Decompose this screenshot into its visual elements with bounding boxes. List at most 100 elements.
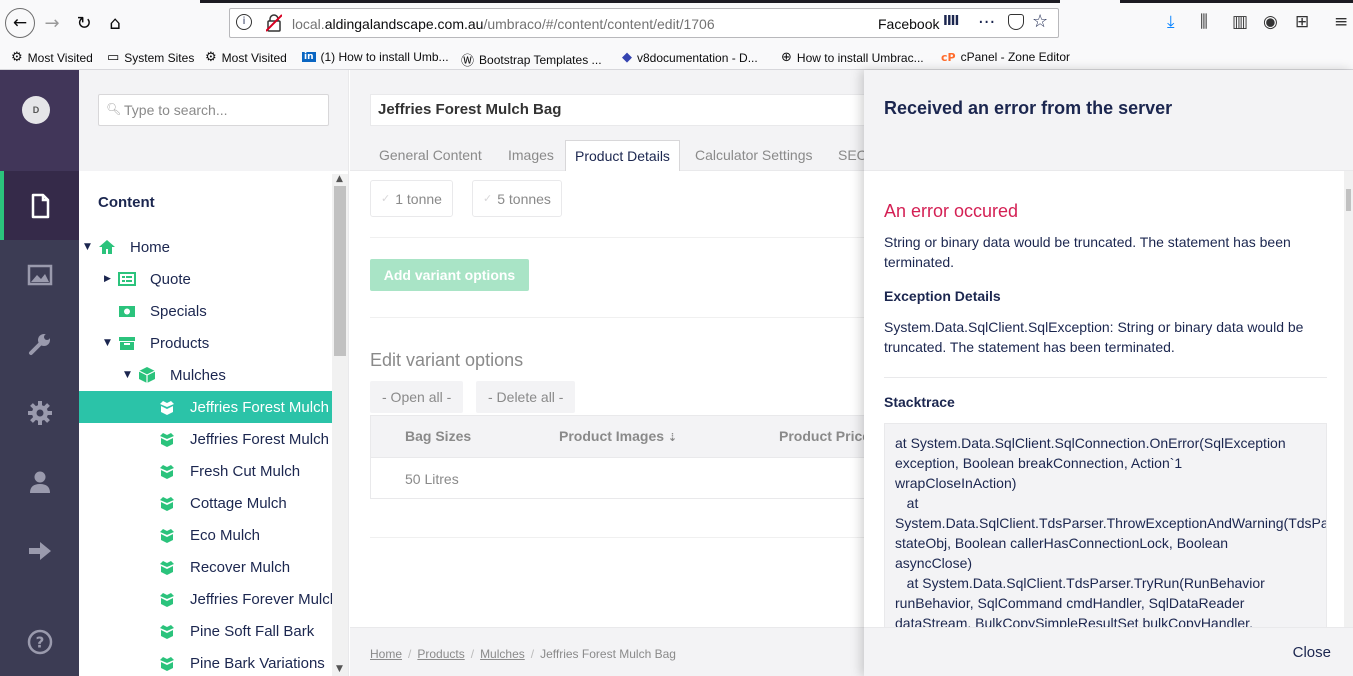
column-header[interactable]: Product Price — [779, 428, 870, 444]
tree-node-home[interactable]: ▼ Home — [79, 231, 332, 263]
back-icon[interactable]: ← — [5, 8, 35, 38]
library-icon[interactable]: ⫼ — [1200, 12, 1208, 32]
bookmark-item[interactable]: Ⓦ Bootstrap Templates ... — [461, 50, 602, 70]
pocket-icon[interactable] — [1008, 14, 1024, 30]
variant-chip[interactable]: ✓ 5 tonnes — [472, 180, 562, 217]
caret-down-icon[interactable]: ▼ — [104, 338, 111, 348]
tab-general-content[interactable]: General Content — [370, 140, 491, 171]
exception-message: System.Data.SqlClient.SqlException: Stri… — [884, 319, 1304, 355]
open-all-button[interactable]: - Open all - — [370, 381, 464, 413]
close-button[interactable]: Close — [1293, 644, 1331, 661]
search-icon: 🔍︎ — [106, 102, 122, 116]
edit-variant-title: Edit variant options — [370, 350, 524, 370]
section-media[interactable] — [0, 240, 79, 309]
page-actions-icon[interactable]: ··· — [978, 12, 995, 33]
account-icon[interactable]: ◉ — [1263, 12, 1278, 32]
column-header[interactable]: Product Images ⇣ — [559, 428, 677, 444]
facebook-container-label[interactable]: Facebook — [878, 16, 939, 32]
content-tree-panel: 🔍︎ Type to search... Content ▼ Home ▶ Qu… — [79, 70, 349, 676]
scrollbar-thumb[interactable] — [334, 186, 346, 356]
tree-scrollbar[interactable]: ▲ ▼ — [332, 174, 348, 676]
extension-icon[interactable]: ⊞ — [1295, 12, 1309, 32]
forward-icon[interactable]: → — [38, 9, 66, 37]
insecure-lock-icon[interactable] — [266, 14, 282, 32]
tab-calculator-settings[interactable]: Calculator Settings — [686, 140, 822, 171]
svg-text:?: ? — [35, 633, 44, 651]
tree-node-selected[interactable]: Jeffries Forest Mulch — [79, 391, 332, 423]
open-box-icon — [160, 593, 174, 607]
scroll-down-icon[interactable]: ▼ — [336, 664, 343, 674]
delete-all-button[interactable]: - Delete all - — [476, 381, 576, 413]
bookmark-item[interactable]: ⚙ Most Visited — [205, 50, 287, 65]
section-forms[interactable] — [0, 516, 79, 585]
scrollbar-thumb[interactable] — [1346, 189, 1351, 211]
tree-node-product[interactable]: Recover Mulch — [79, 551, 332, 583]
help-icon: ? — [27, 629, 52, 654]
user-icon — [29, 471, 50, 493]
menu-icon[interactable]: ≡ — [1334, 12, 1348, 32]
sort-icon[interactable]: ⇣ — [668, 431, 677, 444]
reload-icon[interactable]: ↻ — [70, 9, 98, 37]
bookmark-item[interactable]: ▭ System Sites — [107, 50, 194, 65]
overlay-header: Received an error from the server — [864, 70, 1353, 171]
gear-icon — [27, 400, 52, 425]
overlay-scrollbar[interactable] — [1344, 171, 1353, 627]
section-help[interactable]: ? — [0, 607, 79, 676]
stacktrace-box[interactable]: at System.Data.SqlClient.SqlConnection.O… — [884, 423, 1327, 627]
tree-node-product[interactable]: Pine Soft Fall Bark — [79, 615, 332, 647]
address-bar[interactable]: i local.aldingalandscape.com.au/umbraco/… — [229, 8, 1059, 38]
tree-node-product[interactable]: Cottage Mulch — [79, 487, 332, 519]
package-icon — [138, 367, 156, 383]
tree-node-product[interactable]: Jeffries Forever Mulch — [79, 583, 332, 615]
tree-node-quote[interactable]: ▶ Quote — [79, 263, 332, 295]
bookmark-item[interactable]: cP cPanel - Zone Editor — [941, 50, 1070, 64]
scroll-up-icon[interactable]: ▲ — [336, 174, 343, 184]
bookmark-item[interactable]: ⊕ How to install Umbrac... — [781, 50, 924, 65]
container-fence-icon[interactable]: IIII — [943, 14, 959, 29]
section-packages[interactable] — [0, 378, 79, 447]
breadcrumb-link[interactable]: Home — [370, 647, 402, 661]
breadcrumb-link[interactable]: Products — [417, 647, 464, 661]
bookmark-star-icon[interactable]: ☆ — [1032, 11, 1048, 32]
variant-chip[interactable]: ✓ 1 tonne — [370, 180, 453, 217]
tree-node-product[interactable]: Eco Mulch — [79, 519, 332, 551]
table-cell[interactable]: 50 Litres — [405, 471, 459, 487]
tab-product-details[interactable]: Product Details — [565, 140, 680, 171]
add-variant-options-button[interactable]: Add variant options — [370, 259, 529, 291]
bookmark-item[interactable]: ◆ v8documentation - D... — [622, 50, 758, 65]
exception-title: Exception Details — [884, 288, 1001, 304]
caret-down-icon[interactable]: ▼ — [84, 242, 91, 252]
tree-node-product[interactable]: Pine Bark Variations — [79, 647, 332, 676]
breadcrumb-link[interactable]: Mulches — [480, 647, 525, 661]
browser-toolbar: ← → ↻ ⌂ i local.aldingalandscape.com.au/… — [0, 0, 1353, 46]
tree-node-mulches[interactable]: ▼ Mulches — [79, 359, 332, 391]
avatar[interactable]: D — [22, 96, 50, 124]
tab-images[interactable]: Images — [499, 140, 563, 171]
sidebar-icon[interactable]: ▥ — [1232, 12, 1248, 32]
umbraco-icon: ◆ — [622, 50, 632, 65]
bookmark-item[interactable]: ⚙ Most Visited — [11, 50, 93, 65]
bookmark-item[interactable]: in (1) How to install Umb... — [302, 50, 449, 64]
caret-down-icon[interactable]: ▼ — [124, 370, 131, 380]
section-content[interactable] — [0, 171, 79, 240]
search-input[interactable]: 🔍︎ Type to search... — [98, 94, 329, 126]
tree-node-product[interactable]: Jeffries Forest Mulch — [79, 423, 332, 455]
column-header[interactable]: Bag Sizes — [405, 428, 471, 444]
arrow-right-icon — [28, 541, 51, 560]
home-icon[interactable]: ⌂ — [101, 9, 129, 37]
caret-right-icon[interactable]: ▶ — [104, 274, 111, 284]
tree-node-product[interactable]: Fresh Cut Mulch — [79, 455, 332, 487]
info-icon[interactable]: i — [236, 14, 252, 30]
editor-header: Jeffries Forest Mulch Bag General Conten… — [350, 70, 870, 171]
section-users[interactable] — [0, 447, 79, 516]
tree-node-specials[interactable]: Specials — [79, 295, 332, 327]
globe-icon: ⊕ — [781, 50, 792, 65]
open-box-icon — [160, 625, 174, 639]
check-icon: ✓ — [483, 192, 493, 205]
gear-icon: ⚙ — [205, 50, 217, 65]
section-settings[interactable] — [0, 309, 79, 378]
download-icon[interactable]: ⤓ — [1167, 12, 1175, 32]
tree-node-products[interactable]: ▼ Products — [79, 327, 332, 359]
content-editor: Jeffries Forest Mulch Bag General Conten… — [350, 70, 870, 676]
node-name-input[interactable]: Jeffries Forest Mulch Bag — [370, 94, 870, 126]
